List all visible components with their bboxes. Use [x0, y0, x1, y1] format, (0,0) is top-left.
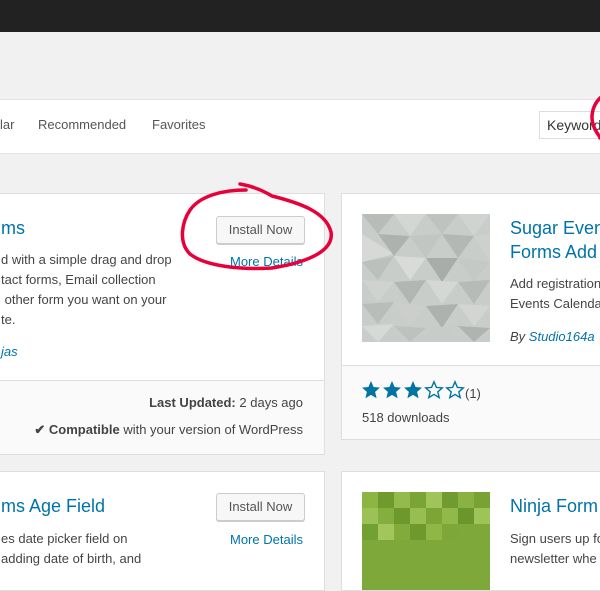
- plugin-description: Add registration Events Calendar: [510, 276, 600, 311]
- download-count: 518 downloads: [362, 410, 450, 425]
- last-updated: Last Updated: 2 days ago: [149, 395, 303, 410]
- plugin-thumbnail: [362, 492, 490, 590]
- rating-count: (1): [465, 386, 481, 401]
- tab-recommended[interactable]: Recommended: [38, 117, 126, 132]
- plugin-card: ms Age Field Install Now More Details es…: [0, 471, 325, 591]
- plugin-filter-bar: lar Recommended Favorites: [0, 99, 600, 154]
- author-link[interactable]: jas: [1, 344, 18, 359]
- plugin-title[interactable]: ms Age Field: [1, 496, 105, 517]
- plugin-author: By Studio164a: [510, 329, 595, 344]
- more-details-link[interactable]: More Details: [230, 254, 303, 269]
- plugin-author: jas: [1, 344, 18, 359]
- author-link[interactable]: Studio164a: [529, 329, 595, 344]
- star-filled-icon: [383, 381, 401, 399]
- star-empty-icon: [445, 380, 465, 400]
- plugin-thumbnail: [362, 214, 490, 342]
- compatibility: ✔ Compatible with your version of WordPr…: [34, 422, 303, 437]
- star-empty-icon: [424, 380, 444, 400]
- install-now-button[interactable]: Install Now: [216, 493, 305, 521]
- plugin-card-footer: Last Updated: 2 days ago ✔ Compatible wi…: [0, 380, 324, 454]
- star-rating: [361, 380, 466, 404]
- tab-favorites[interactable]: Favorites: [152, 117, 205, 132]
- plugin-description: Sign users up fo newsletter whe: [510, 531, 600, 566]
- plugin-title[interactable]: Sugar Even Forms Add: [510, 216, 600, 264]
- plugin-card: ms Install Now More Details d with a sim…: [0, 193, 325, 455]
- install-now-button[interactable]: Install Now: [216, 216, 305, 244]
- more-details-link[interactable]: More Details: [230, 532, 303, 547]
- checkmark-icon: ✔: [34, 422, 46, 437]
- star-filled-icon: [362, 381, 380, 399]
- tab-popular[interactable]: lar: [0, 117, 14, 132]
- plugin-card: Ninja Form Sign users up fo newsletter w…: [341, 471, 600, 591]
- plugin-description: es date picker field on adding date of b…: [1, 531, 142, 566]
- search-input[interactable]: [539, 111, 600, 139]
- plugin-title[interactable]: ms: [1, 218, 25, 239]
- admin-toolbar: [0, 0, 600, 32]
- plugin-description: d with a simple drag and drop tact forms…: [1, 252, 172, 327]
- star-filled-icon: [404, 381, 422, 399]
- plugin-title[interactable]: Ninja Form: [510, 496, 598, 517]
